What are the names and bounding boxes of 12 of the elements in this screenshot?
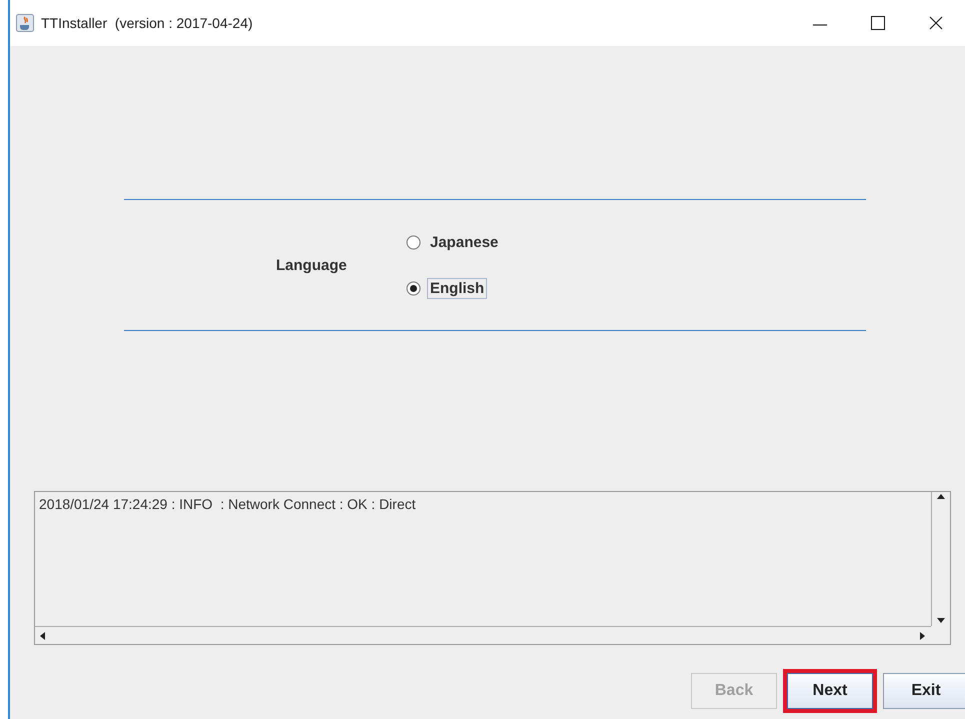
cup-icon xyxy=(16,14,34,32)
scroll-up-icon[interactable] xyxy=(936,492,946,502)
log-line: 2018/01/24 17:24:29 : INFO : Network Connect : OK : Direct xyxy=(38,495,417,514)
exit-button[interactable]: Exit xyxy=(883,673,965,709)
radio-button[interactable] xyxy=(406,234,421,250)
window-title: TTInstaller (version : 2017-04-24) xyxy=(41,15,254,31)
language-label: Language xyxy=(276,256,348,274)
radio-label[interactable]: English xyxy=(427,278,488,298)
radio-label[interactable]: Japanese xyxy=(427,232,502,252)
next-button[interactable]: Next xyxy=(783,669,877,713)
radio-button[interactable] xyxy=(406,280,421,296)
scroll-left-icon[interactable] xyxy=(38,630,48,640)
